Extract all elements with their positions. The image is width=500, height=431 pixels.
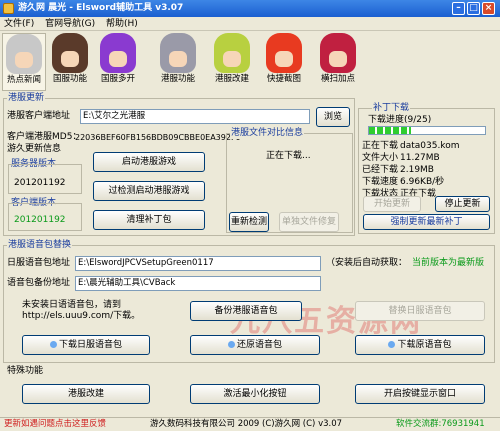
tool-hot-news[interactable]: 热点新闻 [2, 33, 46, 91]
skip-check-start-button[interactable]: 过检测启动港服游戏 [93, 181, 205, 201]
tool-sweep-points[interactable]: 横扫加点 [316, 33, 360, 91]
status-bar: 更新如遇问题点击这里反馈 游久数码科技有限公司 2009 (C)游久网 (C) … [0, 417, 500, 430]
character-icon [214, 33, 250, 73]
patch-download-title: 补丁下载 [372, 103, 411, 114]
progress-fill [369, 127, 411, 134]
maximize-button[interactable]: □ [467, 2, 480, 15]
notice-line-1: 未安装日语语音包，请到 [22, 300, 122, 310]
tool-label: 港服改建 [214, 74, 249, 84]
md5-label: 客户端港服MD5： [7, 132, 82, 142]
clean-patch-button[interactable]: 清理补丁包 [93, 210, 205, 230]
title-bar: 游久网 晨光 - Elsword辅助工具 v3.07 – □ × [0, 0, 500, 17]
dl-row-label: 下载速度 [362, 177, 399, 187]
download-jp-voice-button[interactable]: 下载日服语音包 [22, 335, 150, 355]
app-icon [3, 3, 14, 14]
backup-voice-button[interactable]: 备份港服语音包 [190, 301, 302, 321]
start-hk-game-button[interactable]: 启动港服游戏 [93, 152, 205, 172]
download-orig-voice-button[interactable]: 下载原语音包 [355, 335, 485, 355]
btn-label: 下载日服语音包 [58, 340, 122, 350]
backup-path-label: 语音包备份地址 [7, 278, 71, 288]
special-title: 特殊功能 [7, 366, 44, 376]
tool-label: 国服功能 [52, 74, 87, 84]
hk-modify-button[interactable]: 港服改建 [22, 384, 150, 404]
tool-hk-modify[interactable]: 港服改建 [210, 33, 254, 91]
hk-voice-title: 港服语音包替换 [7, 240, 73, 251]
md5-value: 22036BEF60FB156BDB09CBBE0EA392F0 [75, 133, 241, 142]
replace-jp-voice-button[interactable]: 替换日服语音包 [355, 301, 485, 321]
toolbar: 热点新闻 国服功能 国服多开 港服功能 港服改建 快捷截图 横扫加点 [0, 31, 500, 92]
dl-row-value: 6.96KB/秒 [400, 177, 445, 187]
downloading-text: 正在下载... [266, 151, 311, 161]
restore-icon [227, 341, 235, 348]
dl-row-label: 已经下载 [362, 165, 399, 175]
download-icon [49, 341, 57, 348]
notice-line-2[interactable]: http://els.uuu9.com/下载。 [22, 311, 140, 322]
dl-row-value: 11.27MB [400, 153, 440, 163]
jp-path-label: 日服语音包地址 [7, 258, 71, 268]
window-title: 游久网 晨光 - Elsword辅助工具 v3.07 [18, 3, 184, 13]
dl-row-label: 文件大小 [362, 153, 399, 163]
latest-version-text: 当前版本为最新版 [412, 258, 485, 268]
client-path-input[interactable]: E:\艾尔之光港服 [80, 109, 310, 124]
tool-cn-multi-open[interactable]: 国服多开 [96, 33, 140, 91]
feedback-link[interactable]: 更新如遇问题点击这里反馈 [4, 418, 106, 431]
tool-label: 横扫加点 [320, 74, 355, 84]
menu-file[interactable]: 文件(F) [0, 17, 38, 31]
jp-voice-path-input[interactable]: E:\ElswordJPCVSetupGreen0117 [75, 256, 321, 271]
character-icon [100, 33, 136, 73]
tool-hk-functions[interactable]: 港服功能 [156, 33, 200, 91]
dl-row-label: 正在下载 [362, 141, 399, 151]
download-progress-bar [368, 126, 486, 135]
client-version-value: 201201192 [14, 215, 66, 225]
btn-label: 下载原语音包 [397, 340, 452, 350]
dl-row-value: data035.kom [400, 141, 460, 151]
minimize-button[interactable]: – [452, 2, 465, 15]
character-icon [160, 33, 196, 73]
client-path-label: 港服客户端地址 [7, 111, 71, 121]
show-keys-window-button[interactable]: 开启按键显示窗口 [355, 384, 485, 404]
recheck-button[interactable]: 重新检测 [229, 212, 269, 232]
tool-label: 国服多开 [100, 74, 135, 84]
close-button[interactable]: × [482, 2, 495, 15]
activate-minimize-button[interactable]: 激活最小化按钮 [190, 384, 320, 404]
restore-voice-button[interactable]: 还原语音包 [190, 335, 320, 355]
server-version-value: 201201192 [14, 178, 66, 188]
stop-update-button[interactable]: 停止更新 [435, 196, 490, 212]
voice-backup-path-input[interactable]: E:\晨光辅助工具\CVBack [75, 276, 321, 291]
dl-row-value: 2.19MB [400, 165, 434, 175]
tool-cn-functions[interactable]: 国服功能 [48, 33, 92, 91]
download-icon [388, 341, 396, 348]
qq-group-text: 软件交流群:76931941 [396, 419, 485, 429]
game-info-label: 游久更新信息 [7, 144, 62, 154]
menu-help[interactable]: 帮助(H) [102, 17, 142, 31]
tool-label: 港服功能 [160, 74, 195, 84]
character-icon [320, 33, 356, 73]
file-compare-title: 港服文件对比信息 [230, 128, 305, 139]
copyright-text: 游久数码科技有限公司 2009 (C)游久网 (C) v3.07 [150, 419, 343, 429]
character-icon [52, 33, 88, 73]
tool-label: 快捷截图 [266, 74, 301, 84]
start-update-button[interactable]: 开始更新 [363, 196, 421, 212]
character-icon [266, 33, 302, 73]
hk-update-title: 港服更新 [7, 93, 46, 104]
force-update-button[interactable]: 强制更新最新补丁 [363, 214, 490, 230]
hot-news-icon [6, 34, 42, 74]
menu-site-nav[interactable]: 官网导航(G) [41, 17, 99, 31]
progress-label: 下载进度(9/25) [367, 115, 433, 126]
tool-label: 热点新闻 [6, 75, 41, 85]
btn-label: 还原语音包 [236, 340, 282, 350]
tool-screenshot[interactable]: 快捷截图 [262, 33, 306, 91]
menu-bar: 文件(F) 官网导航(G) 帮助(H) [0, 17, 500, 31]
browse-button[interactable]: 浏览 [316, 107, 350, 127]
single-repair-button[interactable]: 单独文件修复 [279, 212, 339, 232]
auto-detect-text: （安装后自动获取： [326, 258, 408, 268]
